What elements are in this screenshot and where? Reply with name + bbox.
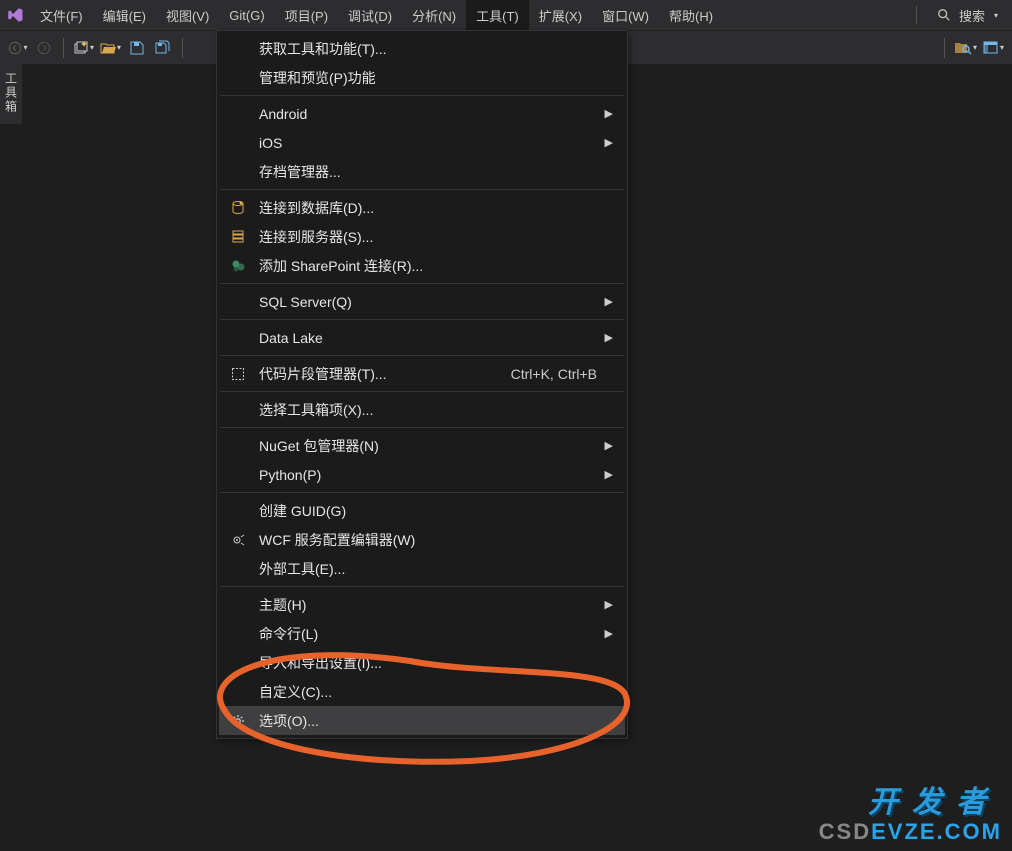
new-project-button[interactable]: ▾ [71, 36, 96, 60]
chevron-right-icon: ▶ [605, 598, 613, 611]
menu-option-label: 主题(H) [259, 595, 306, 615]
vs-logo-icon [0, 0, 30, 30]
toolbox-side-tab[interactable]: 工具箱 [0, 64, 22, 124]
menu-option-label: Data Lake [259, 330, 323, 346]
server-icon [229, 228, 247, 246]
search-box[interactable]: 搜索 ▾ [923, 6, 1012, 25]
menu-option[interactable]: 获取工具和功能(T)... [219, 34, 625, 63]
menu-option-label: 选项(O)... [259, 711, 319, 731]
menu-item-9[interactable]: 窗口(W) [592, 0, 659, 30]
menu-option-label: iOS [259, 135, 282, 151]
menu-option[interactable]: iOS ▶ [219, 128, 625, 157]
menu-option[interactable]: SQL Server(Q) ▶ [219, 287, 625, 316]
menu-option-label: 连接到服务器(S)... [259, 227, 373, 247]
nav-forward-button[interactable] [32, 36, 56, 60]
menu-option[interactable]: 连接到服务器(S)... [219, 222, 625, 251]
menu-option[interactable]: 自定义(C)... [219, 677, 625, 706]
menu-option[interactable]: Android ▶ [219, 99, 625, 128]
menu-option-label: 导入和导出设置(I)... [259, 653, 382, 673]
menu-option-label: 存档管理器... [259, 162, 341, 182]
chevron-right-icon: ▶ [605, 439, 613, 452]
menu-item-8[interactable]: 扩展(X) [529, 0, 592, 30]
menu-option[interactable]: 命令行(L) ▶ [219, 619, 625, 648]
menu-option[interactable]: 外部工具(E)... [219, 554, 625, 583]
chevron-down-icon: ▾ [994, 11, 998, 20]
toolbox-label: 工具箱 [3, 72, 20, 114]
menu-item-3[interactable]: Git(G) [219, 0, 274, 30]
menu-item-7[interactable]: 工具(T) [466, 0, 529, 30]
menu-option[interactable]: 存档管理器... [219, 157, 625, 186]
menu-option[interactable]: WCF 服务配置编辑器(W) [219, 525, 625, 554]
menu-option-label: WCF 服务配置编辑器(W) [259, 530, 415, 550]
menu-option-label: 命令行(L) [259, 624, 318, 644]
menu-option[interactable]: 连接到数据库(D)... [219, 193, 625, 222]
menu-option-label: 选择工具箱项(X)... [259, 400, 373, 420]
nav-back-button[interactable]: ▾ [6, 36, 30, 60]
menu-option-label: 添加 SharePoint 连接(R)... [259, 256, 423, 276]
menu-item-4[interactable]: 项目(P) [275, 0, 338, 30]
chevron-right-icon: ▶ [605, 331, 613, 344]
menu-option[interactable]: 管理和预览(P)功能 [219, 63, 625, 92]
find-in-files-button[interactable]: ▾ [952, 36, 979, 60]
menu-option-label: Python(P) [259, 467, 321, 483]
menu-option-label: Android [259, 106, 307, 122]
menu-shortcut: Ctrl+K, Ctrl+B [511, 366, 597, 382]
save-all-button[interactable] [151, 36, 175, 60]
menu-item-1[interactable]: 编辑(E) [93, 0, 156, 30]
menu-item-10[interactable]: 帮助(H) [659, 0, 723, 30]
menu-option[interactable]: 添加 SharePoint 连接(R)... [219, 251, 625, 280]
watermark-en: CSDEVZE.COM [819, 819, 1002, 845]
menu-option[interactable]: Python(P) ▶ [219, 460, 625, 489]
menu-option-label: SQL Server(Q) [259, 294, 352, 310]
menu-option-label: 获取工具和功能(T)... [259, 39, 387, 59]
menu-option-label: 自定义(C)... [259, 682, 332, 702]
menu-option-label: 连接到数据库(D)... [259, 198, 374, 218]
menu-option[interactable]: Data Lake ▶ [219, 323, 625, 352]
menu-option[interactable]: 创建 GUID(G) [219, 496, 625, 525]
chevron-right-icon: ▶ [605, 107, 613, 120]
watermark-cn: 开发者 [868, 777, 1000, 821]
menu-option-label: 创建 GUID(G) [259, 501, 346, 521]
db-icon [229, 199, 247, 217]
save-button[interactable] [125, 36, 149, 60]
menu-option[interactable]: 选择工具箱项(X)... [219, 395, 625, 424]
menu-item-5[interactable]: 调试(D) [338, 0, 402, 30]
menu-bar: 文件(F)编辑(E)视图(V)Git(G)项目(P)调试(D)分析(N)工具(T… [0, 0, 1012, 30]
gear-icon [229, 712, 247, 730]
chevron-right-icon: ▶ [605, 627, 613, 640]
snippet-icon [229, 365, 247, 383]
menu-item-2[interactable]: 视图(V) [156, 0, 219, 30]
sp-icon [229, 257, 247, 275]
menu-option-label: 管理和预览(P)功能 [259, 68, 376, 88]
chevron-right-icon: ▶ [605, 295, 613, 308]
menu-option-label: 外部工具(E)... [259, 559, 345, 579]
menu-option[interactable]: NuGet 包管理器(N) ▶ [219, 431, 625, 460]
menu-option[interactable]: 导入和导出设置(I)... [219, 648, 625, 677]
search-label: 搜索 [959, 6, 985, 25]
window-layout-button[interactable]: ▾ [981, 36, 1006, 60]
menu-option-label: NuGet 包管理器(N) [259, 436, 379, 456]
menu-option[interactable]: 主题(H) ▶ [219, 590, 625, 619]
menu-option[interactable]: 选项(O)... [219, 706, 625, 735]
chevron-right-icon: ▶ [605, 468, 613, 481]
menu-item-0[interactable]: 文件(F) [30, 0, 93, 30]
menu-option[interactable]: 代码片段管理器(T)... Ctrl+K, Ctrl+B [219, 359, 625, 388]
menubar-divider [916, 6, 917, 24]
search-icon [937, 8, 951, 22]
menu-option-label: 代码片段管理器(T)... [259, 364, 387, 384]
open-button[interactable]: ▾ [98, 36, 123, 60]
tools-menu-dropdown: 获取工具和功能(T)... 管理和预览(P)功能 Android ▶ iOS ▶ 存档管理器… [216, 30, 628, 739]
menu-item-6[interactable]: 分析(N) [402, 0, 466, 30]
wcf-icon [229, 531, 247, 549]
chevron-right-icon: ▶ [605, 136, 613, 149]
